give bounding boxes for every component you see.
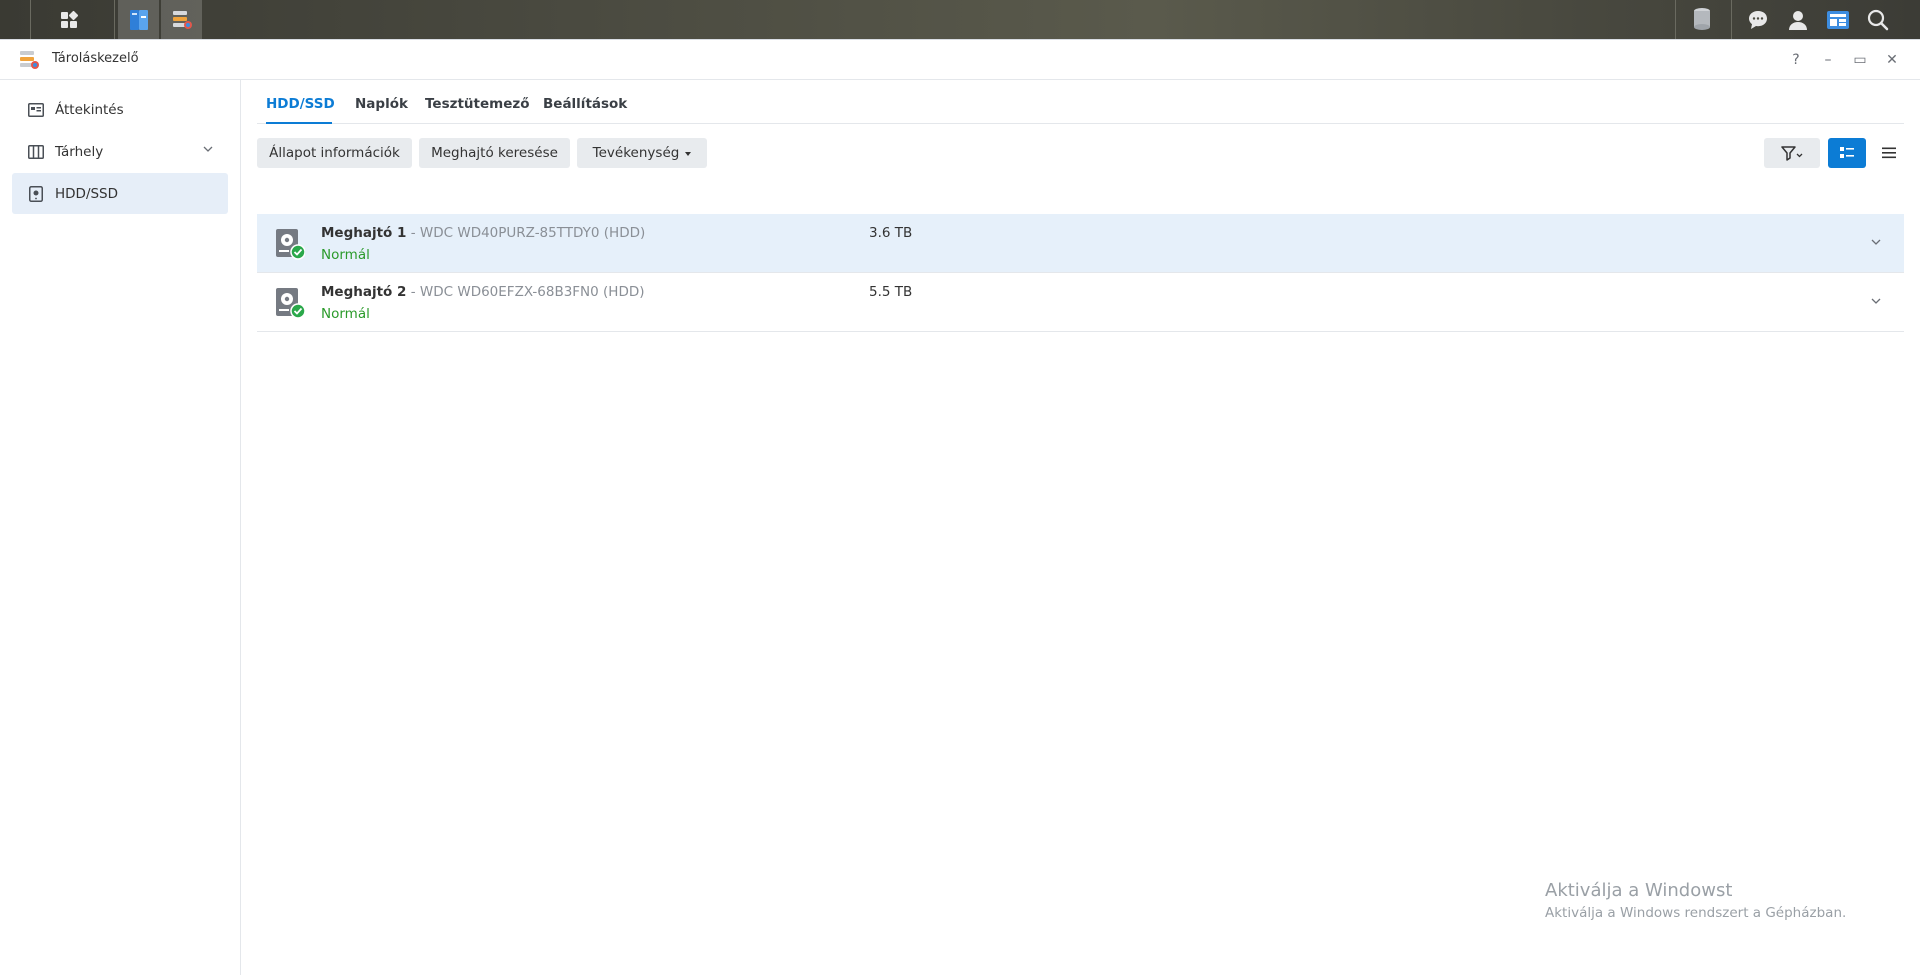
taskbar-separator: [30, 0, 31, 39]
sidebar: Áttekintés Tárhely HDD/SSD: [0, 80, 241, 975]
taskbar: [0, 0, 1920, 39]
search-icon: [1867, 9, 1889, 30]
tab-settings[interactable]: Beállítások: [543, 96, 627, 112]
drive-name-line: Meghajtó 1 - WDC WD40PURZ-85TTDY0 (HDD): [321, 225, 645, 241]
minimize-button[interactable]: –: [1818, 50, 1838, 70]
drive-name-line: Meghajtó 2 - WDC WD60EFZX-68B3FN0 (HDD): [321, 284, 645, 300]
drive-status: Normál: [321, 306, 370, 322]
taskbar-separator: [114, 0, 115, 39]
detail-view-button[interactable]: [1828, 138, 1866, 168]
close-icon: ✕: [1886, 52, 1898, 68]
button-label: Állapot információk: [269, 145, 400, 161]
watermark-title: Aktiválja a Windowst: [1545, 880, 1733, 901]
taskbar-app-file-station[interactable]: [118, 0, 159, 39]
sidebar-item-hdd-ssd[interactable]: HDD/SSD: [12, 173, 228, 214]
taskbar-separator: [1731, 0, 1732, 39]
overview-icon: [27, 101, 45, 119]
active-tab-indicator: [266, 122, 332, 124]
storage-status-button[interactable]: [1686, 0, 1718, 39]
button-label: Meghajtó keresése: [431, 145, 558, 161]
tab-bar: HDD/SSD Naplók Tesztütemező Beállítások: [257, 80, 1904, 124]
drive-list: Meghajtó 1 - WDC WD40PURZ-85TTDY0 (HDD) …: [257, 214, 1904, 332]
grid-icon: [61, 10, 79, 28]
taskbar-separator: [1675, 0, 1676, 39]
disk-stack-icon: [1694, 7, 1710, 30]
sidebar-item-label: Tárhely: [55, 143, 104, 160]
user-icon: [1789, 10, 1807, 30]
hdd-icon: [27, 185, 45, 203]
tab-hdd-ssd[interactable]: HDD/SSD: [266, 96, 335, 112]
help-button[interactable]: ?: [1786, 50, 1806, 70]
list-icon: [1882, 147, 1896, 159]
main-menu-button[interactable]: [52, 0, 86, 39]
window-title: Tároláskezelő: [52, 51, 139, 66]
drive-row[interactable]: Meghajtó 2 - WDC WD60EFZX-68B3FN0 (HDD) …: [257, 273, 1904, 332]
tab-logs[interactable]: Naplók: [355, 96, 408, 112]
windows-activation-watermark: Aktiválja a Windowst Aktiválja a Windows…: [1545, 880, 1846, 921]
list-view-button[interactable]: [1874, 138, 1904, 168]
sidebar-item-storage[interactable]: Tárhely: [12, 131, 228, 172]
sidebar-item-label: Áttekintés: [55, 101, 124, 118]
watermark-subtitle: Aktiválja a Windows rendszert a Gépházba…: [1545, 905, 1847, 921]
storage-manager-icon: [20, 51, 39, 69]
button-label: Tevékenység: [592, 145, 680, 161]
chat-bubble-icon: [1749, 10, 1767, 29]
drive-name: Meghajtó 1: [321, 225, 407, 241]
window-titlebar[interactable]: Tároláskezelő ? – ▭ ✕: [0, 40, 1920, 80]
caret-down-icon: [685, 152, 692, 156]
filter-icon: [1781, 146, 1803, 161]
drive-size: 3.6 TB: [869, 225, 913, 241]
drive-row[interactable]: Meghajtó 1 - WDC WD40PURZ-85TTDY0 (HDD) …: [257, 214, 1904, 273]
storage-icon: [27, 143, 45, 161]
chevron-down-icon[interactable]: [1870, 295, 1882, 307]
close-button[interactable]: ✕: [1882, 50, 1902, 70]
taskbar-app-storage-manager[interactable]: [161, 0, 202, 39]
detail-list-icon: [1840, 147, 1854, 158]
filter-button[interactable]: [1764, 138, 1820, 168]
storage-manager-window: Tároláskezelő ? – ▭ ✕ Áttekintés Tárhely: [0, 39, 1920, 975]
tab-label: HDD/SSD: [266, 96, 335, 112]
minimize-icon: –: [1824, 52, 1832, 68]
status-info-button[interactable]: Állapot információk: [257, 138, 412, 168]
drive-status: Normál: [321, 247, 370, 263]
sidebar-item-label: HDD/SSD: [55, 185, 119, 202]
chevron-down-icon[interactable]: [202, 143, 214, 155]
file-station-icon: [129, 9, 148, 30]
hdd-healthy-icon: [276, 229, 305, 260]
find-drive-button[interactable]: Meghajtó keresése: [419, 138, 570, 168]
help-icon: ?: [1792, 52, 1800, 68]
widgets-icon: [1827, 10, 1849, 29]
restore-icon: ▭: [1853, 52, 1867, 68]
drive-model: - WDC WD60EFZX-68B3FN0 (HDD): [406, 284, 645, 300]
drive-name: Meghajtó 2: [321, 284, 407, 300]
drive-model: - WDC WD40PURZ-85TTDY0 (HDD): [406, 225, 646, 241]
main-content: HDD/SSD Naplók Tesztütemező Beállítások …: [241, 80, 1920, 975]
storage-manager-icon: [172, 10, 192, 29]
sidebar-item-overview[interactable]: Áttekintés: [12, 89, 228, 130]
restore-button[interactable]: ▭: [1850, 50, 1870, 70]
drive-size: 5.5 TB: [869, 284, 913, 300]
hdd-healthy-icon: [276, 288, 305, 319]
search-button[interactable]: [1862, 0, 1894, 39]
notifications-button[interactable]: [1742, 0, 1774, 39]
tab-test-scheduler[interactable]: Tesztütemező: [425, 96, 530, 112]
chevron-down-icon[interactable]: [1870, 236, 1882, 248]
action-dropdown-button[interactable]: Tevékenység: [577, 138, 707, 168]
widgets-button[interactable]: [1822, 0, 1854, 39]
user-button[interactable]: [1782, 0, 1814, 39]
toolbar: Állapot információk Meghajtó keresése Te…: [257, 138, 1904, 168]
